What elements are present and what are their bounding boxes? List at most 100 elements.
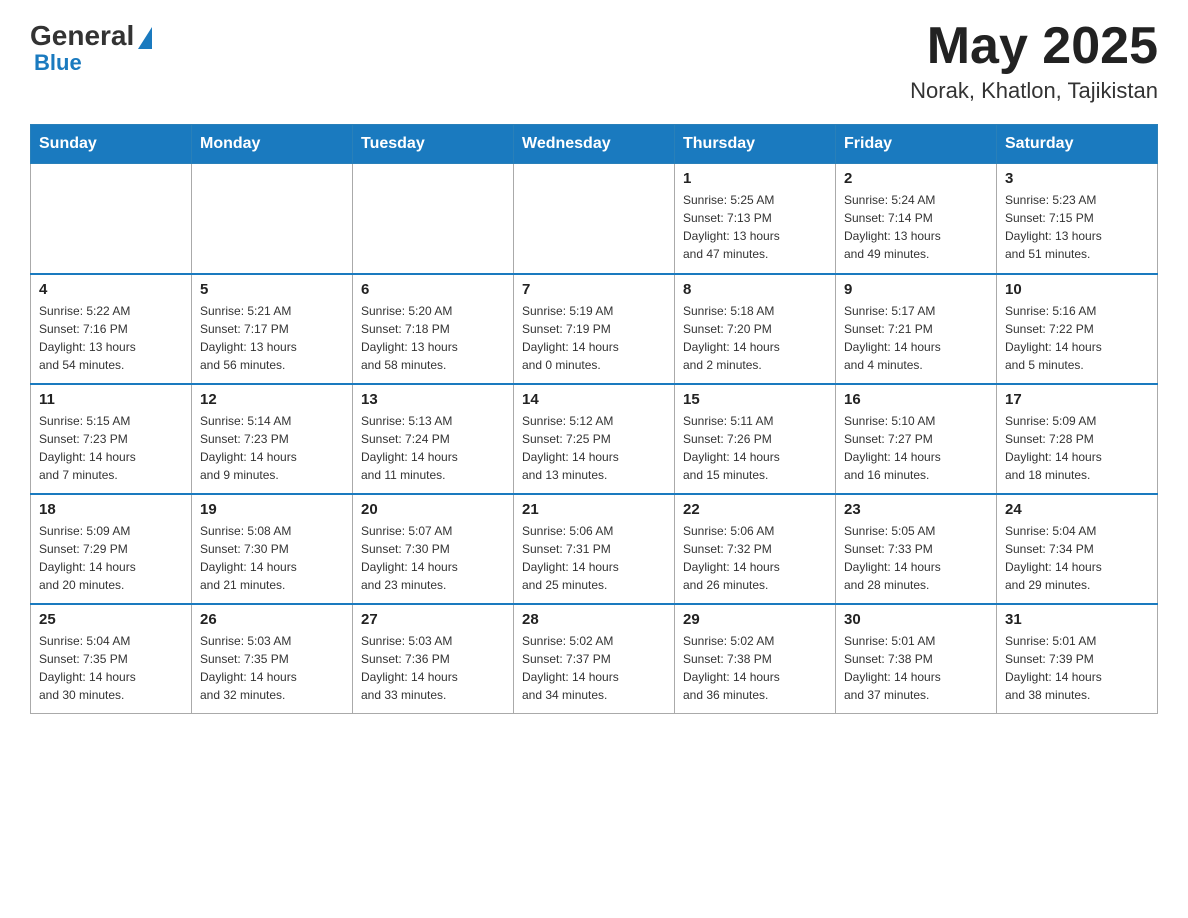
day-number: 31 [1005,611,1149,628]
calendar-cell-w1d3: 7 Sunrise: 5:19 AM Sunset: 7:19 PM Daylig… [514,274,675,384]
day-info: Sunrise: 5:05 AM Sunset: 7:33 PM Dayligh… [844,522,988,594]
day-info: Sunrise: 5:24 AM Sunset: 7:14 PM Dayligh… [844,191,988,263]
week-row-4: 25Sunrise: 5:04 AM Sunset: 7:35 PM Dayli… [31,604,1158,714]
day-info: Sunrise: 5:06 AM Sunset: 7:31 PM Dayligh… [522,522,666,594]
week-row-3: 18 Sunrise: 5:09 AM Sunset: 7:29 PM Dayli… [31,494,1158,604]
calendar-cell-w2d0: 11 Sunrise: 5:15 AM Sunset: 7:23 PM Dayli… [31,384,192,494]
day-info: Sunrise: 5:19 AM Sunset: 7:19 PM Dayligh… [522,302,666,374]
day-number: 27 [361,611,505,628]
col-sunday: Sunday [31,125,192,164]
day-info: Sunrise: 5:04 AM Sunset: 7:34 PM Dayligh… [1005,522,1149,594]
day-number: 18 [39,501,183,518]
day-number: 15 [683,391,827,408]
day-number: 1 [683,170,827,187]
calendar-cell-w1d2: 6 Sunrise: 5:20 AM Sunset: 7:18 PM Daylig… [353,274,514,384]
day-info: Sunrise: 5:21 AM Sunset: 7:17 PM Dayligh… [200,302,344,374]
day-number: 4 [39,281,183,298]
day-number: 30 [844,611,988,628]
calendar-cell-w4d3: 28 Sunrise: 5:02 AM Sunset: 7:37 PM Dayli… [514,604,675,714]
col-wednesday: Wednesday [514,125,675,164]
day-info: Sunrise: 5:18 AM Sunset: 7:20 PM Dayligh… [683,302,827,374]
day-number: 3 [1005,170,1149,187]
day-number: 9 [844,281,988,298]
calendar-cell-w1d0: 4 Sunrise: 5:22 AM Sunset: 7:16 PM Daylig… [31,274,192,384]
week-row-1: 4 Sunrise: 5:22 AM Sunset: 7:16 PM Daylig… [31,274,1158,384]
calendar-cell-w2d3: 14 Sunrise: 5:12 AM Sunset: 7:25 PM Dayli… [514,384,675,494]
day-number: 12 [200,391,344,408]
calendar-cell-w0d3 [514,164,675,274]
day-number: 7 [522,281,666,298]
day-number: 26 [200,611,344,628]
day-number: 29 [683,611,827,628]
day-info: Sunrise: 5:01 AM Sunset: 7:39 PM Dayligh… [1005,632,1149,704]
day-info: Sunrise: 5:02 AM Sunset: 7:37 PM Dayligh… [522,632,666,704]
day-info: Sunrise: 5:01 AM Sunset: 7:38 PM Dayligh… [844,632,988,704]
calendar-cell-w0d5: 2 Sunrise: 5:24 AM Sunset: 7:14 PM Daylig… [836,164,997,274]
day-number: 28 [522,611,666,628]
calendar-cell-w4d0: 25Sunrise: 5:04 AM Sunset: 7:35 PM Dayli… [31,604,192,714]
day-info: Sunrise: 5:15 AM Sunset: 7:23 PM Dayligh… [39,412,183,484]
calendar-table: Sunday Monday Tuesday Wednesday Thursday… [30,124,1158,714]
calendar-cell-w0d6: 3 Sunrise: 5:23 AM Sunset: 7:15 PM Daylig… [997,164,1158,274]
day-info: Sunrise: 5:13 AM Sunset: 7:24 PM Dayligh… [361,412,505,484]
calendar-cell-w0d2 [353,164,514,274]
col-monday: Monday [192,125,353,164]
calendar-cell-w3d1: 19 Sunrise: 5:08 AM Sunset: 7:30 PM Dayli… [192,494,353,604]
page-header: General Blue May 2025 Norak, Khatlon, Ta… [30,20,1158,104]
calendar-cell-w0d4: 1 Sunrise: 5:25 AM Sunset: 7:13 PM Daylig… [675,164,836,274]
day-info: Sunrise: 5:17 AM Sunset: 7:21 PM Dayligh… [844,302,988,374]
location-subtitle: Norak, Khatlon, Tajikistan [910,78,1158,104]
day-number: 21 [522,501,666,518]
calendar-cell-w4d5: 30 Sunrise: 5:01 AM Sunset: 7:38 PM Dayli… [836,604,997,714]
day-info: Sunrise: 5:06 AM Sunset: 7:32 PM Dayligh… [683,522,827,594]
day-info: Sunrise: 5:08 AM Sunset: 7:30 PM Dayligh… [200,522,344,594]
calendar-cell-w0d0 [31,164,192,274]
calendar-cell-w2d6: 17 Sunrise: 5:09 AM Sunset: 7:28 PM Dayli… [997,384,1158,494]
day-info: Sunrise: 5:07 AM Sunset: 7:30 PM Dayligh… [361,522,505,594]
calendar-cell-w3d5: 23Sunrise: 5:05 AM Sunset: 7:33 PM Dayli… [836,494,997,604]
calendar-cell-w2d5: 16Sunrise: 5:10 AM Sunset: 7:27 PM Dayli… [836,384,997,494]
day-info: Sunrise: 5:20 AM Sunset: 7:18 PM Dayligh… [361,302,505,374]
day-info: Sunrise: 5:09 AM Sunset: 7:29 PM Dayligh… [39,522,183,594]
day-number: 11 [39,391,183,408]
day-number: 22 [683,501,827,518]
day-number: 24 [1005,501,1149,518]
day-info: Sunrise: 5:14 AM Sunset: 7:23 PM Dayligh… [200,412,344,484]
day-info: Sunrise: 5:09 AM Sunset: 7:28 PM Dayligh… [1005,412,1149,484]
calendar-cell-w4d6: 31 Sunrise: 5:01 AM Sunset: 7:39 PM Dayli… [997,604,1158,714]
calendar-cell-w1d4: 8 Sunrise: 5:18 AM Sunset: 7:20 PM Daylig… [675,274,836,384]
day-number: 10 [1005,281,1149,298]
calendar-cell-w2d4: 15Sunrise: 5:11 AM Sunset: 7:26 PM Dayli… [675,384,836,494]
week-row-2: 11 Sunrise: 5:15 AM Sunset: 7:23 PM Dayli… [31,384,1158,494]
calendar-cell-w1d5: 9 Sunrise: 5:17 AM Sunset: 7:21 PM Daylig… [836,274,997,384]
day-number: 13 [361,391,505,408]
title-section: May 2025 Norak, Khatlon, Tajikistan [910,20,1158,104]
calendar-header-row: Sunday Monday Tuesday Wednesday Thursday… [31,125,1158,164]
day-number: 20 [361,501,505,518]
day-number: 6 [361,281,505,298]
calendar-cell-w3d0: 18 Sunrise: 5:09 AM Sunset: 7:29 PM Dayli… [31,494,192,604]
day-info: Sunrise: 5:03 AM Sunset: 7:36 PM Dayligh… [361,632,505,704]
col-tuesday: Tuesday [353,125,514,164]
day-number: 8 [683,281,827,298]
day-number: 17 [1005,391,1149,408]
day-number: 2 [844,170,988,187]
day-info: Sunrise: 5:04 AM Sunset: 7:35 PM Dayligh… [39,632,183,704]
day-number: 19 [200,501,344,518]
calendar-cell-w3d3: 21 Sunrise: 5:06 AM Sunset: 7:31 PM Dayli… [514,494,675,604]
calendar-cell-w3d4: 22 Sunrise: 5:06 AM Sunset: 7:32 PM Dayli… [675,494,836,604]
calendar-cell-w4d2: 27 Sunrise: 5:03 AM Sunset: 7:36 PM Dayli… [353,604,514,714]
month-year-title: May 2025 [910,20,1158,72]
col-saturday: Saturday [997,125,1158,164]
day-number: 14 [522,391,666,408]
calendar-cell-w4d4: 29Sunrise: 5:02 AM Sunset: 7:38 PM Dayli… [675,604,836,714]
col-friday: Friday [836,125,997,164]
day-info: Sunrise: 5:22 AM Sunset: 7:16 PM Dayligh… [39,302,183,374]
day-info: Sunrise: 5:23 AM Sunset: 7:15 PM Dayligh… [1005,191,1149,263]
day-info: Sunrise: 5:03 AM Sunset: 7:35 PM Dayligh… [200,632,344,704]
day-number: 5 [200,281,344,298]
day-number: 16 [844,391,988,408]
day-info: Sunrise: 5:12 AM Sunset: 7:25 PM Dayligh… [522,412,666,484]
day-info: Sunrise: 5:25 AM Sunset: 7:13 PM Dayligh… [683,191,827,263]
calendar-cell-w2d2: 13 Sunrise: 5:13 AM Sunset: 7:24 PM Dayli… [353,384,514,494]
